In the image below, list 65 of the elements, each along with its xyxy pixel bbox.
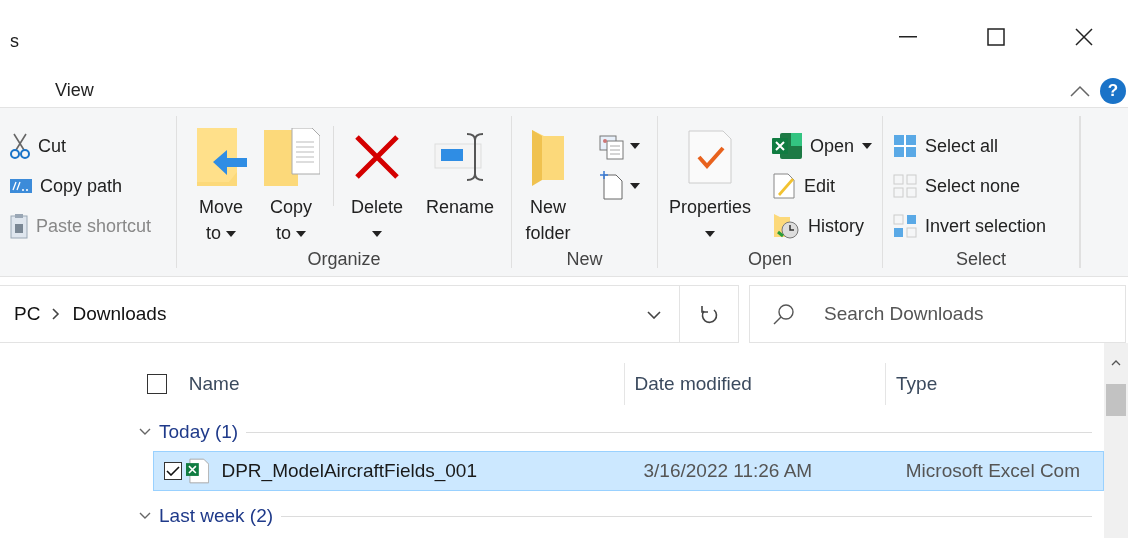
select-all-icon	[893, 134, 917, 158]
ribbon-button[interactable]: Rename	[424, 116, 496, 246]
breadcrumb[interactable]: PC	[14, 299, 41, 329]
close-icon	[1075, 28, 1093, 46]
new-document-icon	[598, 171, 626, 201]
column-header[interactable]: Name	[178, 363, 625, 405]
group-label: New	[565, 248, 604, 271]
chevron-right-icon	[52, 308, 61, 320]
maximize-icon	[987, 28, 1005, 46]
address-bar[interactable]: PC Downloads	[0, 285, 680, 343]
search-field[interactable]: Search Downloads	[749, 285, 1126, 343]
excel-file-icon	[185, 458, 210, 484]
help-button[interactable]: ?	[1100, 77, 1126, 104]
ribbon-button[interactable]: Move to	[195, 116, 247, 246]
ribbon-button[interactable]: History	[768, 206, 877, 246]
chevron-down-icon	[139, 512, 151, 520]
invert-selection-icon	[893, 214, 917, 238]
chevron-down-icon	[139, 428, 151, 436]
history-icon	[772, 212, 800, 240]
row-checkbox[interactable]	[164, 462, 182, 480]
ribbon-button[interactable]: New folder	[520, 116, 576, 246]
file-name: DPR_ModelAircraftFields_001	[220, 458, 478, 484]
clipboard-icon	[10, 213, 28, 239]
refresh-icon	[700, 304, 718, 324]
ribbon-button[interactable]: Copy to	[265, 116, 317, 246]
folder-document-icon	[262, 128, 320, 186]
ribbon-tab[interactable]: View	[55, 77, 94, 104]
properties-icon	[687, 129, 733, 185]
window-title: s	[9, 30, 19, 53]
scrollbar-thumb[interactable]	[1106, 384, 1126, 416]
ribbon-button[interactable]: Copy path	[6, 166, 156, 206]
scissors-icon	[10, 132, 30, 160]
ribbon-button[interactable]: Open	[768, 126, 877, 166]
chevron-up-icon	[1070, 85, 1090, 98]
chevron-up-icon	[1111, 360, 1121, 367]
column-header[interactable]: Type	[886, 363, 1104, 405]
edit-icon	[772, 172, 796, 200]
breadcrumb[interactable]: Downloads	[72, 299, 167, 329]
ribbon-button[interactable]: Invert selection	[889, 206, 1051, 246]
chevron-down-icon	[647, 310, 661, 319]
group-label: Open	[746, 248, 793, 271]
file-type: Microsoft Excel Com	[905, 458, 1081, 483]
group-header[interactable]: Today (1)	[139, 417, 239, 447]
minimize-icon	[899, 36, 917, 38]
column-header[interactable]: Date modified	[624, 363, 887, 405]
search-icon	[773, 303, 795, 325]
excel-icon	[772, 133, 802, 159]
documents-icon	[598, 132, 626, 160]
delete-icon	[353, 133, 401, 181]
select-all-checkbox[interactable]	[147, 374, 167, 394]
date-modified: 3/16/2022 11:26 AM	[643, 458, 814, 483]
ribbon-button[interactable]: Select all	[889, 126, 1051, 166]
select-none-icon	[893, 174, 917, 198]
path-icon	[10, 179, 32, 193]
group-label: Organize	[306, 248, 382, 271]
group-header[interactable]: Last week (2)	[139, 501, 274, 531]
refresh-button[interactable]	[679, 285, 739, 343]
file-row[interactable]: DPR_ModelAircraftFields_001 3/16/2022 11:26 AM Microsoft Excel Com	[153, 451, 1104, 491]
ribbon-button[interactable]: Cut	[6, 126, 156, 166]
ribbon-button[interactable]: Edit	[768, 166, 877, 206]
ribbon-button[interactable]: Properties	[666, 116, 754, 246]
ribbon-button[interactable]: Delete	[348, 116, 406, 246]
check-icon	[165, 466, 180, 476]
group-label: Select	[955, 248, 1007, 271]
ribbon-button[interactable]: Select none	[889, 166, 1051, 206]
